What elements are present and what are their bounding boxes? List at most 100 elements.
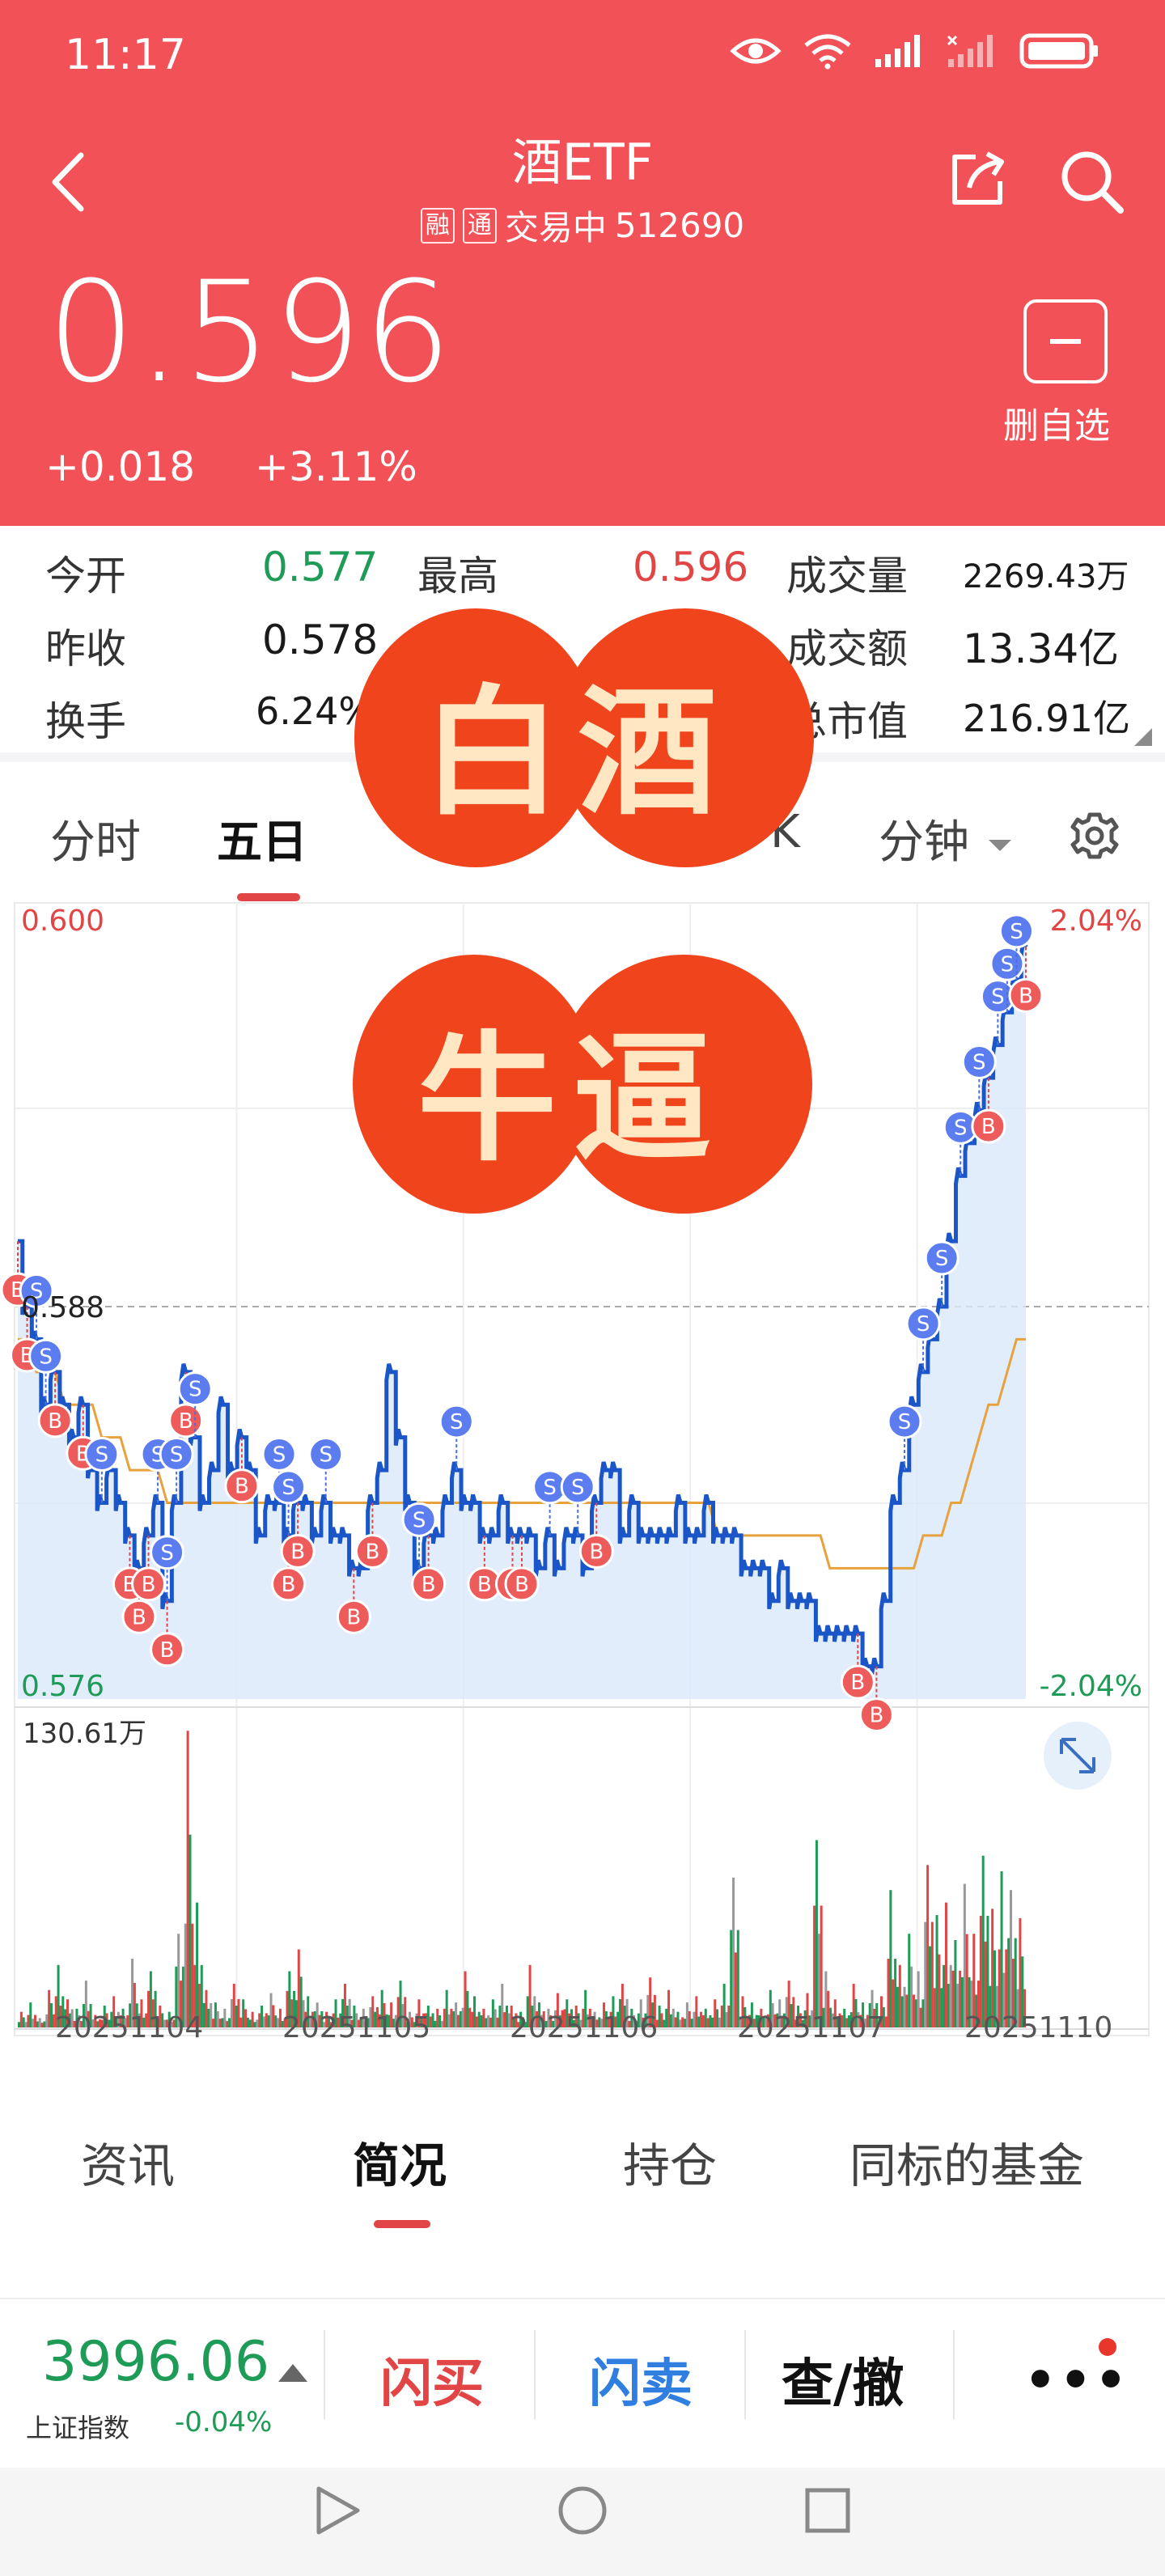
tab-intraday[interactable]: 分时 [50, 806, 141, 871]
date-label: 20251106 [510, 2011, 658, 2044]
tab-news[interactable]: 资讯 [81, 2128, 175, 2196]
nav-recents-icon[interactable] [805, 2488, 850, 2533]
dropdown-icon [988, 839, 1011, 851]
remove-watchlist-button[interactable] [1023, 299, 1108, 383]
tab-minute[interactable]: 分钟 [879, 806, 1011, 871]
open-value: 0.577 [262, 544, 379, 591]
index-up-arrow-icon [278, 2364, 307, 2382]
volume-bar [697, 2016, 701, 2027]
volume-value: 2269.43万 [963, 558, 1129, 595]
volume-bar [900, 1996, 904, 2027]
svg-text:B: B [282, 1573, 296, 1597]
volume-bar [914, 1999, 917, 2027]
divider [324, 2330, 325, 2419]
volume-bar [944, 1902, 947, 2027]
volume-bar [265, 2013, 268, 2027]
expand-chart-icon[interactable] [1044, 1722, 1112, 1790]
svg-text:B: B [142, 1573, 156, 1597]
volume-bar [237, 1998, 240, 2027]
volume-bar [210, 2002, 213, 2027]
tab-five-day[interactable]: 五日 [217, 806, 307, 871]
eye-icon [730, 38, 782, 64]
signal-icon [875, 35, 920, 67]
svg-text:S: S [170, 1443, 184, 1468]
svg-text:B: B [589, 1540, 604, 1565]
pct-axis-bottom: -2.04% [1040, 1670, 1142, 1703]
volume-bars [18, 1731, 1027, 2027]
volume-bar [711, 2017, 714, 2027]
volume-bar [226, 2020, 229, 2027]
amount-value: 13.34亿 [963, 625, 1120, 672]
tab-same-index-funds[interactable]: 同标的基金 [849, 2128, 1084, 2196]
date-label: 20251110 [964, 2011, 1112, 2044]
svg-text:S: S [543, 1476, 557, 1500]
volume-bar [949, 1964, 952, 2027]
volume-bar [718, 2017, 721, 2027]
volume-bar [658, 2005, 661, 2027]
volume-bar [667, 1989, 671, 2027]
info-tabs: 资讯 简况 持仓 同标的基金 [0, 2071, 1165, 2233]
volume-bar [45, 2014, 49, 2027]
tab-holdings[interactable]: 持仓 [623, 2128, 717, 2196]
svg-text:B: B [515, 1573, 529, 1597]
volume-bar [253, 2022, 256, 2027]
volume-bar [674, 2017, 677, 2027]
volume-bar [19, 2011, 23, 2027]
volume-bar [820, 1905, 823, 2027]
volume-bar [963, 1883, 966, 2027]
tab-overview[interactable]: 简况 [353, 2128, 447, 2196]
nav-home-icon[interactable] [558, 2486, 607, 2535]
volume-bar [660, 2013, 663, 2027]
date-label: 20251107 [737, 2011, 885, 2044]
flash-buy-button[interactable]: 闪买 [380, 2342, 484, 2417]
volume-bar [930, 1921, 934, 2027]
svg-text:B: B [981, 1115, 996, 1139]
svg-text:S: S [571, 1476, 585, 1500]
svg-text:B: B [850, 1671, 865, 1695]
svg-text:S: S [917, 1312, 930, 1337]
volume-bar [813, 1905, 816, 2027]
volume-bar [50, 2002, 53, 2027]
volume-bar [269, 1993, 273, 2027]
pct-axis-top: 2.04% [1050, 905, 1142, 938]
volume-bar [40, 2023, 44, 2027]
svg-text:B: B [160, 1638, 175, 1663]
volume-bar [438, 2015, 442, 2027]
svg-text:S: S [95, 1443, 109, 1468]
volume-bar [505, 2005, 508, 2027]
volume-bar [262, 2016, 265, 2027]
divider [744, 2330, 746, 2419]
price-change-pct: +3.11% [255, 443, 417, 490]
more-menu-icon[interactable]: ••• [1024, 2350, 1130, 2409]
volume-bar [278, 2008, 282, 2027]
remove-watchlist-label[interactable]: 删自选 [1003, 396, 1110, 448]
svg-text:S: S [991, 985, 1005, 1010]
volume-bar [464, 1971, 467, 2027]
expand-stats-icon[interactable] [1134, 728, 1152, 746]
signal-2-icon [947, 35, 993, 67]
price-axis-bottom: 0.576 [21, 1670, 104, 1703]
volume-bar [701, 2015, 705, 2027]
search-icon[interactable] [1056, 146, 1129, 218]
volume-bar [716, 2009, 719, 2027]
quote-header: 11:17 酒ETF 融 通 交易中 512690 0.596 +0.018 +… [0, 0, 1165, 526]
price-change-row: +0.018 +3.11% [45, 443, 417, 490]
sell-marker: S [438, 1404, 474, 1471]
volume-bar [189, 1834, 192, 2027]
volume-bar [256, 2019, 259, 2027]
index-value[interactable]: 3996.06 [42, 2330, 269, 2394]
volume-bar [919, 2007, 922, 2027]
svg-text:S: S [1001, 952, 1015, 977]
volume-bar [671, 2008, 675, 2027]
volume-bar [36, 2021, 39, 2027]
settings-gear-icon[interactable] [1068, 809, 1121, 862]
nav-back-icon[interactable] [316, 2486, 360, 2535]
volume-bar [450, 2008, 453, 2027]
volume-bar [475, 2016, 478, 2027]
volume-bar [480, 2015, 483, 2027]
volume-bar [905, 1994, 909, 2027]
share-icon[interactable] [947, 146, 1011, 210]
query-cancel-button[interactable]: 查/撤 [782, 2342, 904, 2417]
flash-sell-button[interactable]: 闪卖 [589, 2342, 693, 2417]
volume-bar [431, 2013, 434, 2027]
